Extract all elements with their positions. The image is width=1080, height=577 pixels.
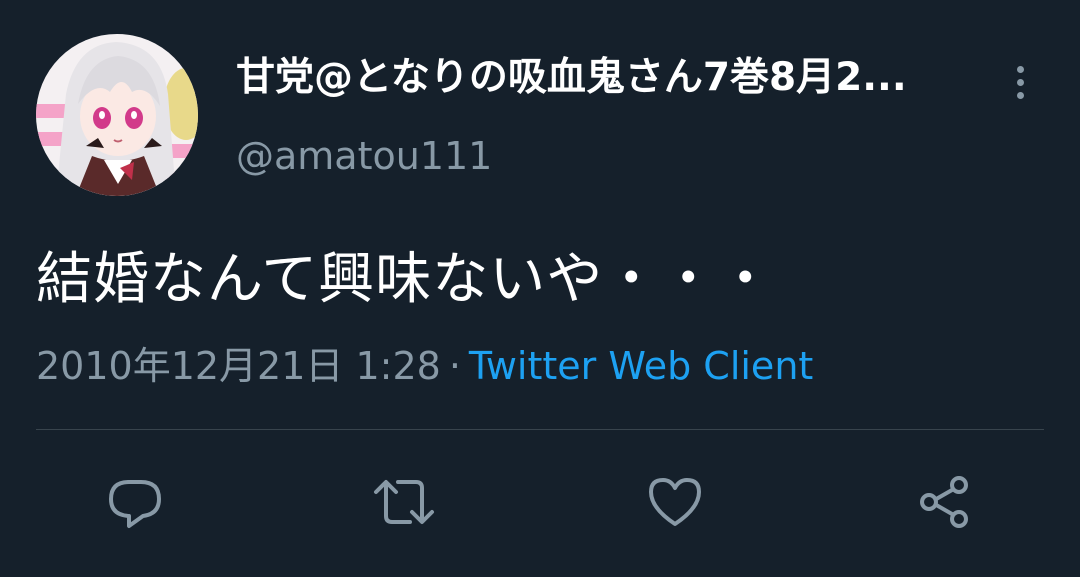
share-icon [920,476,968,528]
more-dot-icon [1016,78,1024,86]
tweet-meta: 2010年12月21日 1:28 · Twitter Web Client [36,340,813,392]
source-link[interactable]: Twitter Web Client [469,344,813,388]
avatar[interactable] [36,34,198,196]
more-dot-icon [1016,91,1024,99]
action-bar [0,470,1080,534]
retweet-button[interactable] [372,470,436,534]
reply-button[interactable] [103,470,167,534]
timestamp[interactable]: 2010年12月21日 1:28 [36,344,441,388]
avatar-image [36,34,198,196]
divider [36,429,1044,430]
share-button[interactable] [913,470,977,534]
display-name[interactable]: 甘党@となりの吸血鬼さん7巻8月2... [236,52,976,104]
tweet-detail: 甘党@となりの吸血鬼さん7巻8月2... @amatou111 結婚なんて興味な… [0,0,1080,577]
retweet-icon [374,480,434,524]
more-options-button[interactable] [1000,58,1040,106]
heart-icon [649,478,701,526]
meta-separator: · [448,344,461,388]
more-dot-icon [1016,65,1024,73]
like-button[interactable] [643,470,707,534]
reply-icon [109,480,161,528]
user-handle[interactable]: @amatou111 [236,130,492,182]
tweet-text: 結婚なんて興味ないや・・・ [36,247,775,312]
